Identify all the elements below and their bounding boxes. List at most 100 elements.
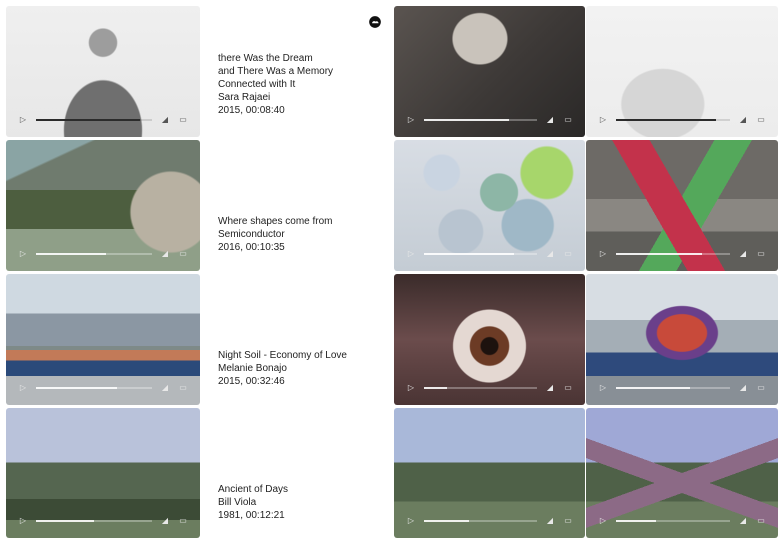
video-progress-bar[interactable] (36, 253, 152, 255)
video-title-line: Connected with It (218, 79, 296, 90)
volume-icon[interactable]: ◢ (160, 115, 170, 125)
video-artist: Sara Rajaei (218, 92, 271, 103)
fullscreen-icon[interactable]: ▭ (756, 383, 766, 393)
video-progress-bar[interactable] (424, 253, 537, 255)
video-progress-fill (36, 119, 141, 121)
play-icon[interactable]: ▷ (406, 115, 416, 125)
play-icon[interactable]: ▷ (598, 115, 608, 125)
video-title-line: Where shapes come from (218, 216, 333, 227)
video-progress-bar[interactable] (36, 520, 152, 522)
video-controls: ▷ ◢ ▭ (598, 516, 766, 526)
video-progress-fill (36, 253, 106, 255)
play-icon[interactable]: ▷ (18, 383, 28, 393)
volume-icon[interactable]: ◢ (545, 383, 555, 393)
play-icon[interactable]: ▷ (18, 516, 28, 526)
volume-icon[interactable]: ◢ (545, 516, 555, 526)
video-caption: there Was the Dream and There Was a Memo… (218, 52, 388, 117)
video-progress-bar[interactable] (36, 387, 152, 389)
video-progress-bar[interactable] (424, 387, 537, 389)
video-tile[interactable]: ▷ ◢ ▭ (394, 140, 585, 271)
video-meta: 2015, 00:08:40 (218, 105, 285, 116)
video-controls: ▷ ◢ ▭ (598, 115, 766, 125)
video-meta: 1981, 00:12:21 (218, 510, 285, 521)
fullscreen-icon[interactable]: ▭ (178, 383, 188, 393)
video-progress-bar[interactable] (424, 520, 537, 522)
video-controls: ▷ ◢ ▭ (406, 115, 573, 125)
video-progress-bar[interactable] (616, 387, 730, 389)
play-icon[interactable]: ▷ (598, 249, 608, 259)
volume-icon[interactable]: ◢ (738, 115, 748, 125)
video-tile[interactable]: ▷ ◢ ▭ (6, 140, 200, 271)
video-tile[interactable]: ▷ ◢ ▭ (394, 6, 585, 137)
video-artist: Semiconductor (218, 229, 285, 240)
play-icon[interactable]: ▷ (598, 383, 608, 393)
video-progress-fill (616, 387, 691, 389)
video-progress-fill (424, 253, 515, 255)
video-progress-bar[interactable] (616, 119, 730, 121)
volume-icon[interactable]: ◢ (738, 516, 748, 526)
play-icon[interactable]: ▷ (18, 115, 28, 125)
fullscreen-icon[interactable]: ▭ (563, 249, 573, 259)
video-tile[interactable]: ▷ ◢ ▭ (586, 6, 778, 137)
fullscreen-icon[interactable]: ▭ (563, 115, 573, 125)
video-tile[interactable]: ▷ ◢ ▭ (6, 408, 200, 538)
fullscreen-icon[interactable]: ▭ (756, 249, 766, 259)
fullscreen-icon[interactable]: ▭ (178, 516, 188, 526)
fullscreen-icon[interactable]: ▭ (756, 115, 766, 125)
video-progress-bar[interactable] (36, 119, 152, 121)
video-progress-fill (616, 520, 656, 522)
video-tile[interactable]: ▷ ◢ ▭ (586, 408, 778, 538)
video-progress-fill (424, 387, 447, 389)
video-artist: Melanie Bonajo (218, 363, 287, 374)
video-tile[interactable]: ▷ ◢ ▭ (586, 274, 778, 405)
video-grid: ▷ ◢ ▭ there Was the Dream and There Was a … (0, 0, 778, 538)
video-caption: Night Soil - Economy of Love Melanie Bon… (218, 349, 388, 388)
fullscreen-icon[interactable]: ▭ (178, 249, 188, 259)
video-progress-bar[interactable] (616, 253, 730, 255)
video-controls: ▷ ◢ ▭ (406, 516, 573, 526)
video-title-line: Ancient of Days (218, 484, 289, 495)
video-controls: ▷ ◢ ▭ (406, 383, 573, 393)
video-progress-fill (424, 119, 509, 121)
volume-icon[interactable]: ◢ (545, 249, 555, 259)
video-caption: Where shapes come from Semiconductor 201… (218, 215, 388, 254)
video-progress-bar[interactable] (424, 119, 537, 121)
volume-icon[interactable]: ◢ (545, 115, 555, 125)
volume-icon[interactable]: ◢ (160, 249, 170, 259)
video-progress-bar[interactable] (616, 520, 730, 522)
video-tile[interactable]: ▷ ◢ ▭ (586, 140, 778, 271)
volume-icon[interactable]: ◢ (160, 383, 170, 393)
play-icon[interactable]: ▷ (406, 383, 416, 393)
cloud-icon[interactable] (368, 15, 382, 29)
video-tile[interactable]: ▷ ◢ ▭ (6, 6, 200, 137)
video-progress-fill (616, 253, 702, 255)
play-icon[interactable]: ▷ (18, 249, 28, 259)
play-icon[interactable]: ▷ (598, 516, 608, 526)
fullscreen-icon[interactable]: ▭ (756, 516, 766, 526)
video-title-line: there Was the Dream (218, 53, 313, 64)
volume-icon[interactable]: ◢ (160, 516, 170, 526)
volume-icon[interactable]: ◢ (738, 249, 748, 259)
video-progress-fill (424, 520, 470, 522)
fullscreen-icon[interactable]: ▭ (178, 115, 188, 125)
play-icon[interactable]: ▷ (406, 249, 416, 259)
video-controls: ▷ ◢ ▭ (406, 249, 573, 259)
video-progress-fill (36, 520, 94, 522)
video-progress-fill (616, 119, 717, 121)
video-title-line: Night Soil - Economy of Love (218, 350, 347, 361)
video-controls: ▷ ◢ ▭ (18, 383, 188, 393)
video-tile[interactable]: ▷ ◢ ▭ (6, 274, 200, 405)
play-icon[interactable]: ▷ (406, 516, 416, 526)
volume-icon[interactable]: ◢ (738, 383, 748, 393)
video-caption: Ancient of Days Bill Viola 1981, 00:12:2… (218, 483, 388, 522)
fullscreen-icon[interactable]: ▭ (563, 516, 573, 526)
video-controls: ▷ ◢ ▭ (18, 516, 188, 526)
video-controls: ▷ ◢ ▭ (598, 383, 766, 393)
video-artist: Bill Viola (218, 497, 257, 508)
video-controls: ▷ ◢ ▭ (598, 249, 766, 259)
video-tile[interactable]: ▷ ◢ ▭ (394, 274, 585, 405)
video-tile[interactable]: ▷ ◢ ▭ (394, 408, 585, 538)
video-controls: ▷ ◢ ▭ (18, 115, 188, 125)
video-progress-fill (36, 387, 118, 389)
fullscreen-icon[interactable]: ▭ (563, 383, 573, 393)
